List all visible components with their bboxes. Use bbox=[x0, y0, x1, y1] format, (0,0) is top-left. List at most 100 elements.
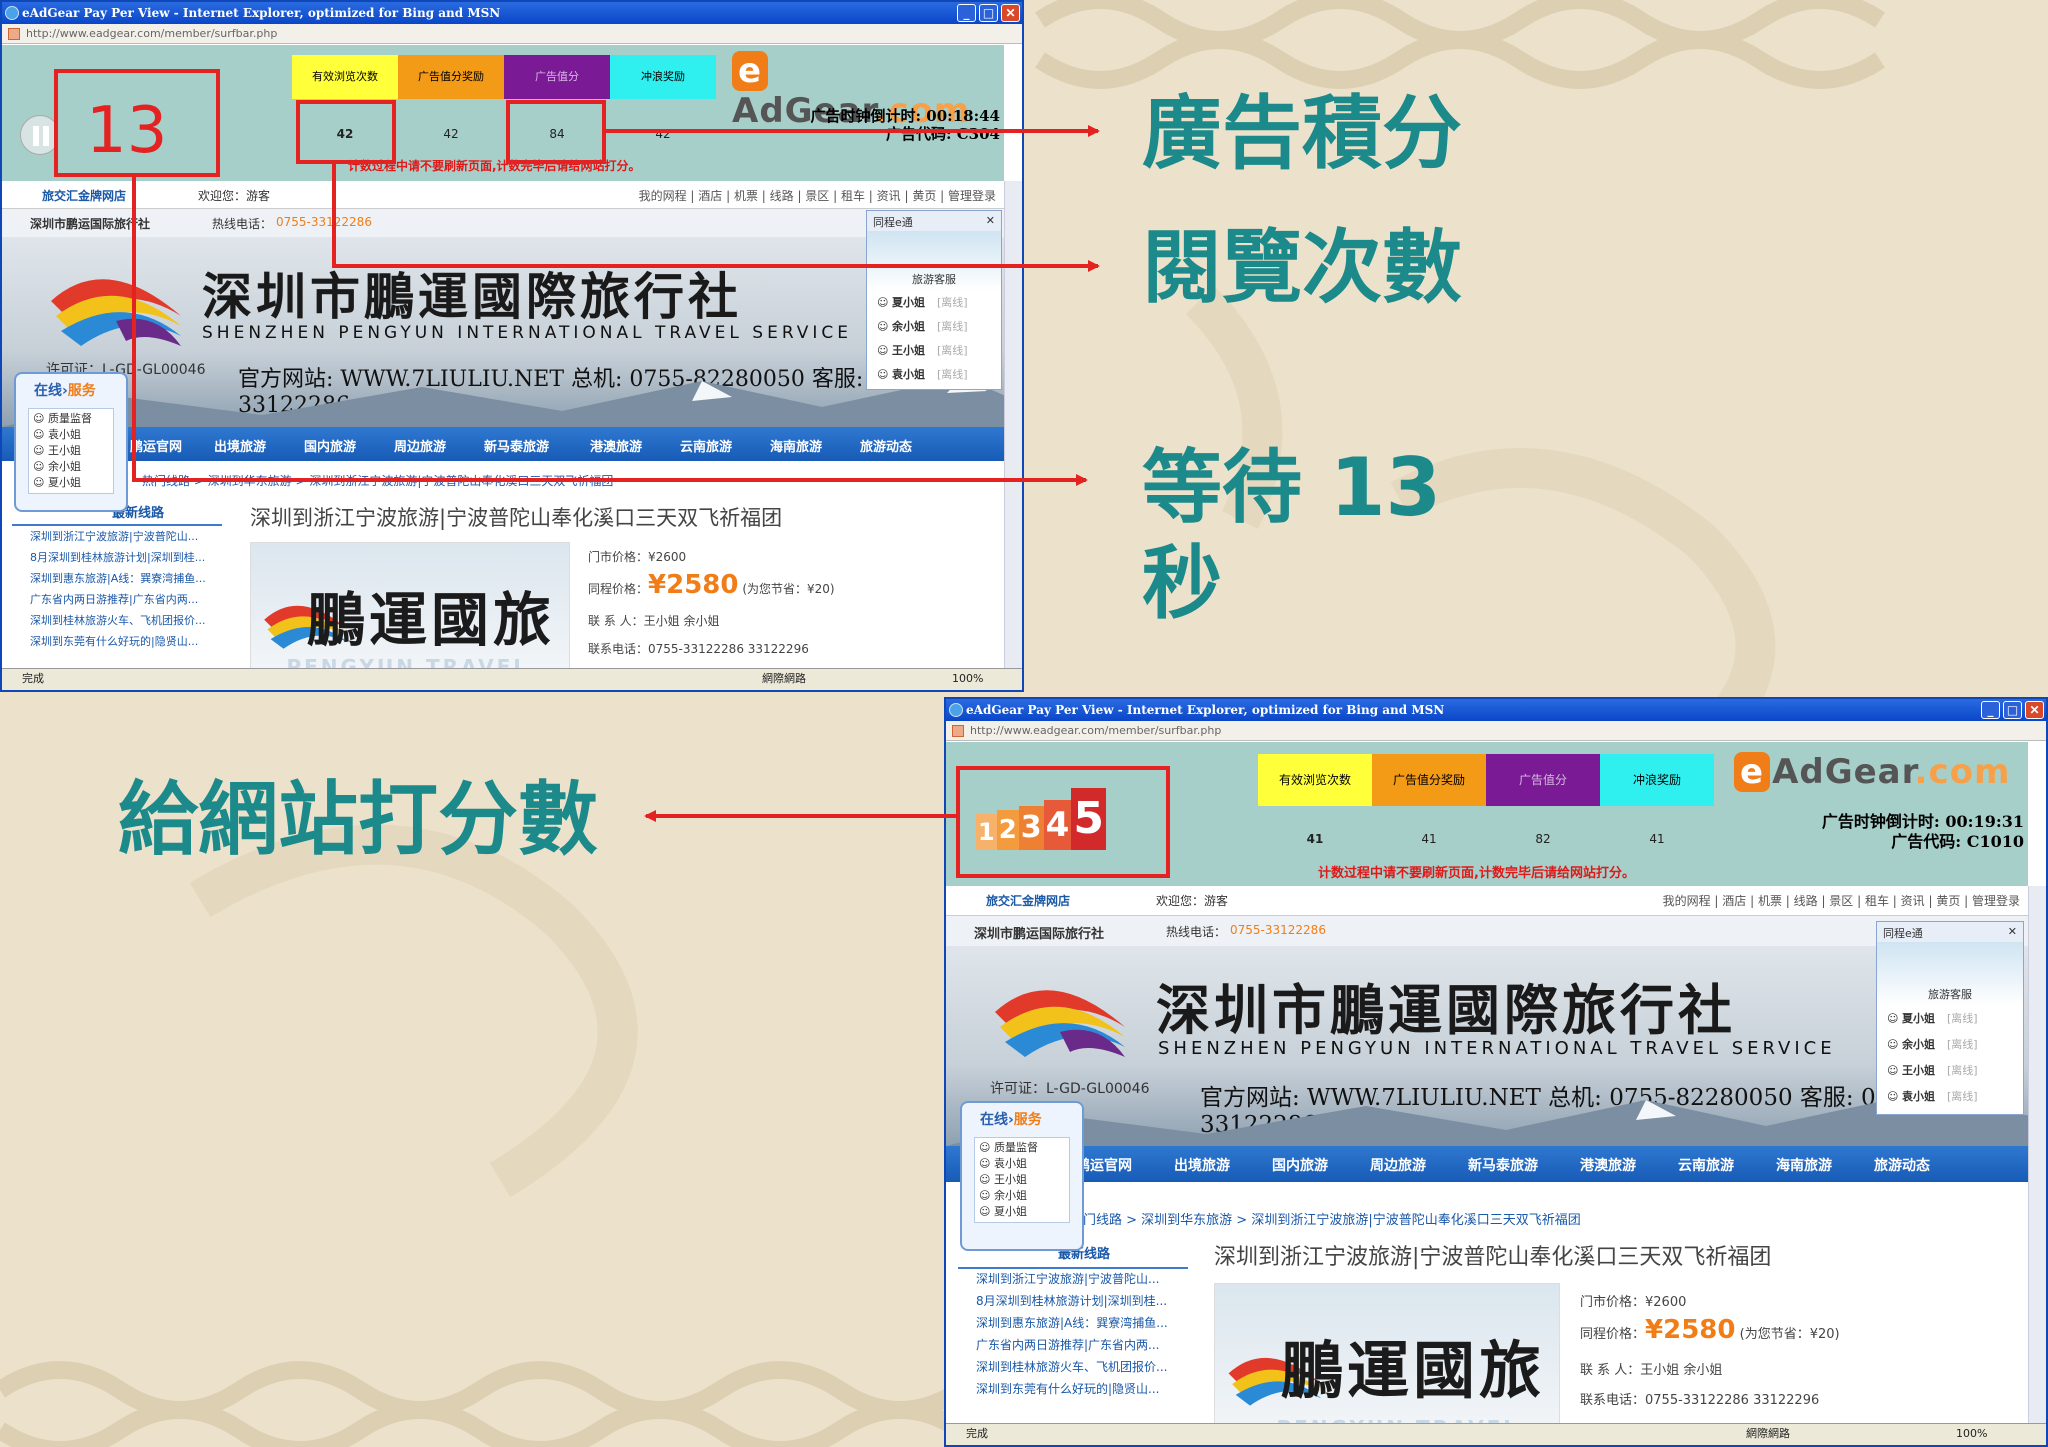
rating-4[interactable]: 4 bbox=[1043, 800, 1072, 850]
company-bar: 深圳市鹏运国际旅行社 热线电话： 0755-33122286 bbox=[946, 916, 2028, 946]
address-bar[interactable]: http://www.eadgear.com/member/surfbar.ph… bbox=[2, 24, 1022, 44]
vertical-scrollbar[interactable] bbox=[2028, 886, 2046, 1423]
sidebar-item[interactable]: 8月深圳到桂林旅游计划|深圳到桂... bbox=[12, 547, 222, 568]
menu-item[interactable]: 出境旅游 bbox=[214, 436, 266, 455]
online-service-header: 在线›服务 bbox=[34, 383, 96, 399]
rating-5[interactable]: 5 bbox=[1071, 788, 1106, 850]
rating-digits[interactable]: 1 2 3 45 bbox=[976, 788, 1106, 850]
agent-name: 袁小姐 bbox=[891, 368, 925, 381]
online-agent-list: ☺ 质量监督 ☺ 袁小姐 ☺ 王小姐 ☺ 余小姐 ☺ 夏小姐 bbox=[28, 408, 114, 494]
chat-agent[interactable]: ☺ 夏小姐 [离线] bbox=[1877, 1006, 2023, 1032]
menu-item[interactable]: 港澳旅游 bbox=[1580, 1155, 1636, 1175]
menu-item[interactable]: 国内旅游 bbox=[1272, 1155, 1328, 1175]
close-button[interactable]: ✕ bbox=[2025, 701, 2044, 719]
menu-item[interactable]: 海南旅游 bbox=[770, 436, 822, 455]
online-agent[interactable]: ☺ 余小姐 bbox=[979, 1188, 1065, 1204]
price-value: ¥2580 bbox=[648, 570, 739, 600]
chat-agent[interactable]: ☺ 余小姐 [离线] bbox=[867, 315, 1001, 339]
sidebar-item[interactable]: 深圳到惠东旅游|A线：巽寮湾捕鱼... bbox=[958, 1313, 1188, 1335]
breadcrumb[interactable]: 热门线路 > 深圳到华东旅游 > 深圳到浙江宁波旅游|宁波普陀山奉化溪口三天双飞… bbox=[142, 472, 613, 489]
online-agent[interactable]: ☺ 袁小姐 bbox=[33, 427, 109, 443]
menu-item[interactable]: 旅游动态 bbox=[860, 436, 912, 455]
maximize-button[interactable]: □ bbox=[2003, 701, 2022, 719]
site-menu: 鹏运官网 出境旅游 国内旅游 周边旅游 新马泰旅游 港澳旅游 云南旅游 海南旅游… bbox=[946, 1146, 2028, 1182]
menu-item[interactable]: 云南旅游 bbox=[1678, 1155, 1734, 1175]
company-name: 深圳市鹏运国际旅行社 bbox=[30, 217, 151, 231]
chat-agent[interactable]: ☺ 王小姐 [离线] bbox=[867, 339, 1001, 363]
sidebar-item[interactable]: 8月深圳到桂林旅游计划|深圳到桂... bbox=[958, 1291, 1188, 1313]
count-surf-reward: 42 bbox=[655, 127, 671, 141]
online-agent[interactable]: ☺ 王小姐 bbox=[979, 1172, 1065, 1188]
window-title: eAdGear Pay Per View - Internet Explorer… bbox=[22, 6, 501, 20]
rating-1[interactable]: 1 bbox=[976, 814, 997, 850]
menu-item[interactable]: 出境旅游 bbox=[1174, 1155, 1230, 1175]
site-links[interactable]: 我的网程 | 酒店 | 机票 | 线路 | 景区 | 租车 | 资讯 | 黄页 … bbox=[1663, 892, 2020, 909]
brand-link[interactable]: 旅交汇金牌网店 bbox=[42, 187, 126, 204]
agent-name: 王小姐 bbox=[1901, 1064, 1935, 1077]
online-agent[interactable]: ☺ 夏小姐 bbox=[33, 475, 109, 491]
tab-surf-reward: 冲浪奖励 bbox=[610, 55, 716, 99]
agent-name: 夏小姐 bbox=[1901, 1012, 1935, 1025]
price-row: 同程价格：¥2580 (为您节省：¥20) bbox=[588, 570, 835, 600]
chat-agent[interactable]: ☺ 余小姐 [离线] bbox=[1877, 1032, 2023, 1058]
online-agent[interactable]: ☺ 余小姐 bbox=[33, 459, 109, 475]
menu-item[interactable]: 国内旅游 bbox=[304, 436, 356, 455]
minimize-button[interactable]: _ bbox=[957, 4, 976, 22]
chat-agent[interactable]: ☺ 王小姐 [离线] bbox=[1877, 1058, 2023, 1084]
breadcrumb[interactable]: 热门线路 > 深圳到华东旅游 > 深圳到浙江宁波旅游|宁波普陀山奉化溪口三天双飞… bbox=[1070, 1209, 1581, 1228]
online-agent[interactable]: ☺ 夏小姐 bbox=[979, 1204, 1065, 1220]
online-agent-name: 余小姐 bbox=[47, 460, 81, 473]
online-agent-list: ☺ 质量监督 ☺ 袁小姐 ☺ 王小姐 ☺ 余小姐 ☺ 夏小姐 bbox=[974, 1137, 1070, 1223]
rating-3[interactable]: 3 bbox=[1018, 806, 1044, 850]
online-agent[interactable]: ☺ 王小姐 bbox=[33, 443, 109, 459]
online-agent[interactable]: ☺ 袁小姐 bbox=[979, 1156, 1065, 1172]
menu-item[interactable]: 鹏运官网 bbox=[1076, 1155, 1132, 1175]
chat-agent[interactable]: ☺ 袁小姐 [离线] bbox=[1877, 1084, 2023, 1110]
chat-agent[interactable]: ☺ 夏小姐 [离线] bbox=[867, 291, 1001, 315]
zoom-level[interactable]: 100% bbox=[1956, 1424, 1987, 1444]
minimize-button[interactable]: _ bbox=[1981, 701, 2000, 719]
sidebar-item[interactable]: 深圳到桂林旅游火车、飞机团报价... bbox=[958, 1357, 1188, 1379]
menu-item[interactable]: 港澳旅游 bbox=[590, 436, 642, 455]
close-button[interactable]: ✕ bbox=[1001, 4, 1020, 22]
close-icon[interactable]: ✕ bbox=[986, 214, 995, 227]
agent-name: 余小姐 bbox=[1901, 1038, 1935, 1051]
sidebar-item[interactable]: 深圳到浙江宁波旅游|宁波普陀山... bbox=[12, 526, 222, 547]
menu-item[interactable]: 新马泰旅游 bbox=[1468, 1155, 1538, 1175]
logo-com: .com bbox=[1914, 752, 2011, 792]
sidebar-item[interactable]: 深圳到桂林旅游火车、飞机团报价... bbox=[12, 610, 222, 631]
sidebar-item[interactable]: 深圳到浙江宁波旅游|宁波普陀山... bbox=[958, 1269, 1188, 1291]
online-agent[interactable]: ☺ 质量监督 bbox=[979, 1140, 1065, 1156]
online-agent[interactable]: ☺ 质量监督 bbox=[33, 411, 109, 427]
sidebar-item[interactable]: 深圳到东莞有什么好玩的|隐贤山... bbox=[958, 1379, 1188, 1401]
sidebar-item[interactable]: 深圳到惠东旅游|A线：巽寮湾捕鱼... bbox=[12, 568, 222, 589]
site-banner: 深圳市鵬運國際旅行社 SHENZHEN PENGYUN INTERNATIONA… bbox=[2, 237, 1008, 427]
agent-status: [离线] bbox=[936, 320, 968, 333]
zoom-level[interactable]: 100% bbox=[952, 669, 983, 689]
sidebar-item[interactable]: 广东省内两日游推荐|广东省内两... bbox=[12, 589, 222, 610]
brand-link[interactable]: 旅交汇金牌网店 bbox=[986, 892, 1070, 909]
banner-title: 深圳市鵬運國際旅行社 bbox=[1156, 978, 1736, 1042]
menu-item[interactable]: 云南旅游 bbox=[680, 436, 732, 455]
address-bar[interactable]: http://www.eadgear.com/member/surfbar.ph… bbox=[946, 721, 2046, 741]
sidebar-item[interactable]: 广东省内两日游推荐|广东省内两... bbox=[958, 1335, 1188, 1357]
vertical-scrollbar[interactable] bbox=[1004, 181, 1022, 668]
menu-item[interactable]: 旅游动态 bbox=[1874, 1155, 1930, 1175]
menu-item[interactable]: 周边旅游 bbox=[1370, 1155, 1426, 1175]
chat-agent[interactable]: ☺ 袁小姐 [离线] bbox=[867, 363, 1001, 387]
maximize-button[interactable]: □ bbox=[979, 4, 998, 22]
menu-item[interactable]: 新马泰旅游 bbox=[484, 436, 549, 455]
sidebar-item[interactable]: 深圳到东莞有什么好玩的|隐贤山... bbox=[12, 631, 222, 652]
window-title-bar: eAdGear Pay Per View - Internet Explorer… bbox=[2, 2, 1022, 24]
close-icon[interactable]: ✕ bbox=[2008, 925, 2017, 938]
product-image: 鵬運國旅 PENGYUN TRAVEL bbox=[1214, 1283, 1560, 1440]
page-icon bbox=[8, 28, 20, 40]
menu-item[interactable]: 海南旅游 bbox=[1776, 1155, 1832, 1175]
online-title-b: 服务 bbox=[67, 383, 96, 399]
menu-item[interactable]: 鹏运官网 bbox=[130, 436, 182, 455]
address-url: http://www.eadgear.com/member/surfbar.ph… bbox=[26, 27, 278, 40]
menu-item[interactable]: 周边旅游 bbox=[394, 436, 446, 455]
caption-rate-site: 給網站打分數 bbox=[118, 773, 598, 866]
rating-2[interactable]: 2 bbox=[996, 810, 1019, 850]
site-links[interactable]: 我的网程 | 酒店 | 机票 | 线路 | 景区 | 租车 | 资讯 | 黄页 … bbox=[639, 187, 996, 204]
